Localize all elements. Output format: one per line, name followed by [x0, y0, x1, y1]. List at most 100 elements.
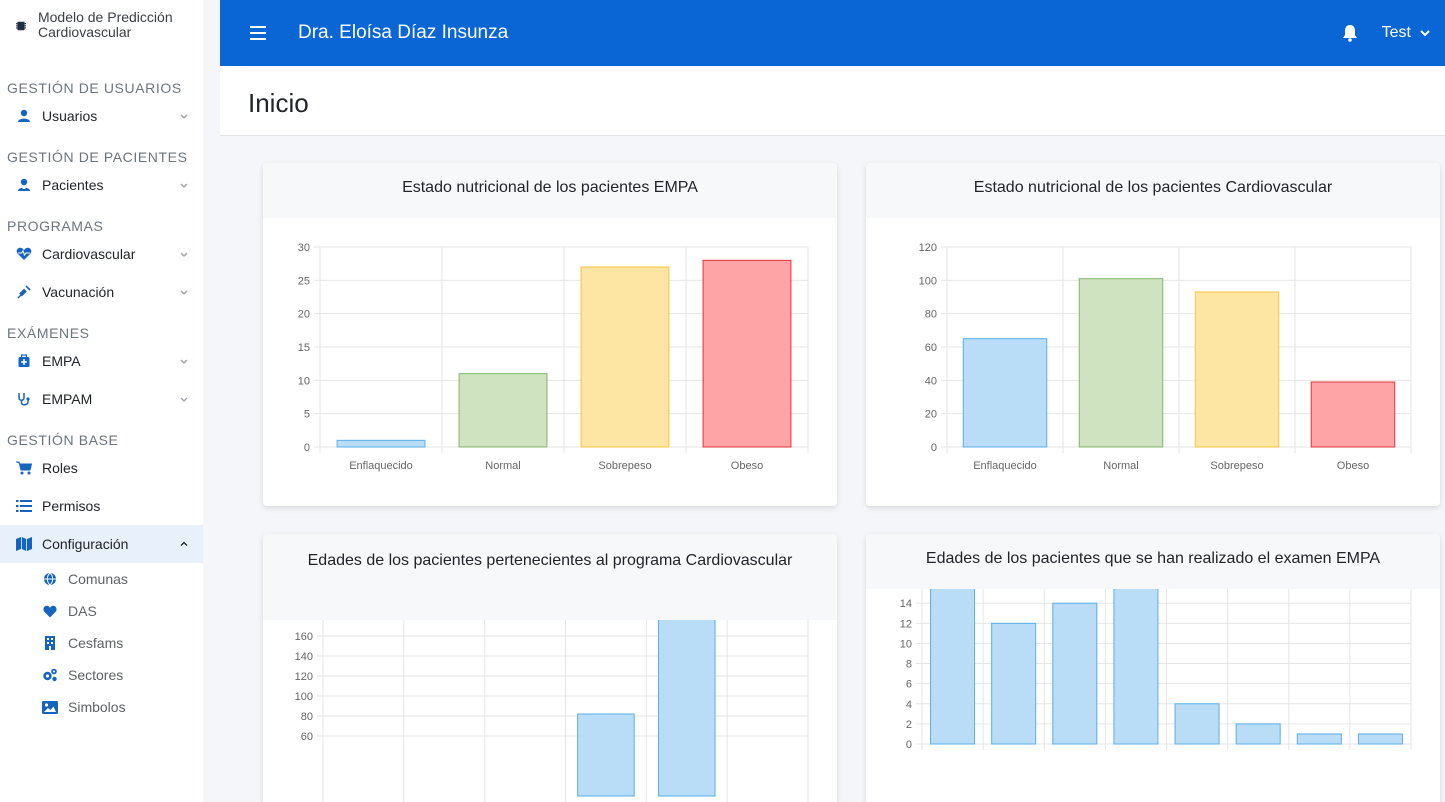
nav-item-vacunacion[interactable]: Vacunación	[0, 273, 203, 311]
sub-item-comunas[interactable]: Comunas	[0, 563, 203, 595]
app-title: Dra. Eloísa Díaz Insunza	[298, 22, 509, 43]
bar	[657, 620, 716, 797]
nav-item-label: EMPA	[42, 353, 81, 369]
brand[interactable]: Modelo de Predicción Cardiovascular	[0, 0, 203, 62]
bar	[577, 713, 635, 797]
y-tick-label: 4	[906, 699, 912, 711]
nav-item-roles[interactable]: Roles	[0, 449, 203, 487]
y-tick-label: 6	[906, 679, 912, 691]
page-header: Inicio	[220, 66, 1445, 136]
bar	[1174, 703, 1220, 745]
chevron-down-icon	[180, 183, 188, 188]
nav-item-pacientes[interactable]: Pacientes	[0, 166, 203, 204]
sub-item-simbolos[interactable]: Simbolos	[0, 691, 203, 723]
section-title-pacientes: GESTIÓN DE PACIENTES	[7, 149, 188, 165]
sub-item-sectores[interactable]: Sectores	[0, 659, 203, 691]
y-tick-label: 10	[298, 375, 310, 387]
user-menu[interactable]: Test	[1382, 24, 1431, 42]
chart-title: Estado nutricional de los pacientes Card…	[866, 163, 1440, 218]
chart-title: Edades de los pacientes pertenecientes a…	[263, 534, 837, 620]
x-tick-label: Obeso	[731, 460, 763, 472]
sub-item-label: Cesfams	[68, 635, 124, 651]
bar	[1235, 723, 1281, 745]
sub-item-cesfams[interactable]: Cesfams	[0, 627, 203, 659]
stethoscope-icon	[16, 391, 32, 407]
syringe-icon	[16, 284, 32, 300]
nav-item-empam[interactable]: EMPAM	[0, 380, 203, 418]
y-tick-label: 30	[298, 242, 310, 254]
nav-item-label: Cardiovascular	[42, 246, 136, 262]
y-tick-label: 100	[919, 275, 937, 287]
medkit-icon	[16, 353, 32, 369]
nav-item-label: Vacunación	[42, 284, 115, 300]
x-tick-label: Enflaquecido	[973, 460, 1037, 472]
nav-item-permisos[interactable]: Permisos	[0, 487, 203, 525]
y-tick-label: 14	[900, 598, 912, 610]
nav-item-label: Configuración	[42, 536, 129, 552]
bar	[702, 259, 792, 448]
chart-title: Estado nutricional de los pacientes EMPA	[263, 163, 837, 218]
bar-chart-edades-empa: 024681012141618	[900, 589, 1412, 751]
section-title-examenes: EXÁMENES	[7, 325, 90, 341]
y-tick-label: 140	[295, 651, 313, 663]
nav-item-label: Roles	[42, 460, 78, 476]
x-tick-label: Sobrepeso	[1210, 460, 1263, 472]
nav-item-label: Usuarios	[42, 108, 98, 124]
bar	[991, 622, 1037, 745]
bar	[1194, 291, 1280, 448]
y-tick-label: 0	[931, 442, 937, 454]
y-tick-label: 0	[304, 442, 310, 454]
bar	[580, 266, 670, 448]
x-tick-label: Sobrepeso	[598, 460, 651, 472]
y-tick-label: 100	[295, 691, 313, 703]
bar-chart-edades-cardiovascular: 6080100120140160180200	[295, 620, 809, 802]
y-tick-label: 20	[925, 409, 937, 421]
y-tick-label: 120	[919, 242, 937, 254]
x-tick-label: Normal	[485, 460, 520, 472]
sub-item-label: Simbolos	[68, 699, 126, 715]
x-tick-label: Enflaquecido	[349, 460, 413, 472]
brand-text: Modelo de Predicción Cardiovascular	[37, 9, 173, 40]
bar	[336, 439, 426, 448]
user-icon	[16, 108, 32, 124]
nav-item-usuarios[interactable]: Usuarios	[0, 97, 203, 135]
chevron-down-icon	[180, 397, 188, 402]
section-title-programas: PROGRAMAS	[7, 218, 104, 234]
y-tick-label: 10	[900, 638, 912, 650]
bell-icon[interactable]	[1342, 24, 1358, 42]
y-tick-label: 25	[298, 275, 310, 287]
y-tick-label: 2	[906, 719, 912, 731]
sub-item-das[interactable]: DAS	[0, 595, 203, 627]
bar	[1078, 278, 1164, 448]
menu-toggle-icon[interactable]	[250, 26, 266, 40]
bar	[1052, 602, 1098, 745]
list-icon	[16, 498, 32, 514]
sub-item-label: Comunas	[68, 571, 128, 587]
y-tick-label: 80	[301, 711, 313, 723]
section-title-base: GESTIÓN BASE	[7, 432, 119, 448]
y-tick-label: 15	[298, 342, 310, 354]
page-title: Inicio	[248, 88, 309, 118]
y-tick-label: 60	[301, 731, 313, 743]
sub-item-label: Sectores	[68, 667, 124, 683]
cart-icon	[16, 460, 32, 476]
y-tick-label: 12	[900, 618, 912, 630]
patient-icon	[16, 177, 32, 193]
nav-item-cardiovascular[interactable]: Cardiovascular	[0, 235, 203, 273]
section-title-usuarios: GESTIÓN DE USUARIOS	[7, 80, 182, 96]
nav-item-configuracion[interactable]: Configuración	[0, 525, 203, 563]
user-name: Test	[1381, 24, 1411, 41]
bar-chart-nutricional-cardiovascular: 0 20 40 60 80 100 120 Enflaquecido Normal Sobrepe…	[919, 242, 1412, 472]
building-icon	[42, 635, 58, 651]
bar	[962, 338, 1048, 448]
bar	[1296, 733, 1342, 745]
bar	[1113, 589, 1159, 745]
nav-item-label: Pacientes	[42, 177, 104, 193]
sub-item-label: DAS	[68, 603, 97, 619]
chevron-down-icon	[180, 359, 188, 364]
map-icon	[16, 536, 32, 552]
heartbeat-icon	[16, 246, 32, 262]
chart-title: Edades de los pacientes que se han reali…	[866, 534, 1440, 589]
nav-item-empa[interactable]: EMPA	[0, 342, 203, 380]
globe-icon	[42, 571, 58, 587]
